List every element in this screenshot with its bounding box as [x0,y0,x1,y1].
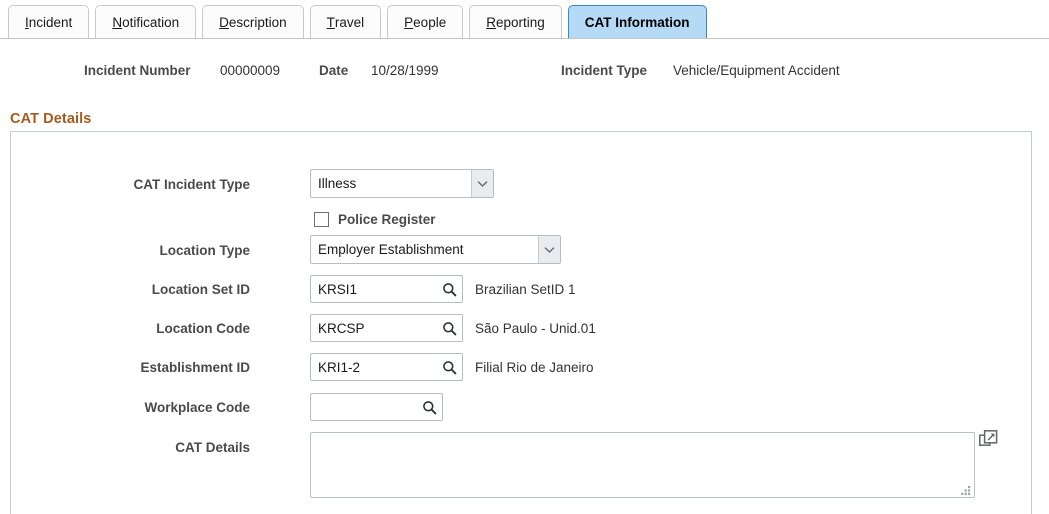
tab-notification-accesskey: N [112,14,123,30]
tab-notification[interactable]: Notification [95,5,197,38]
location-set-id-input[interactable]: KRSI1 [310,275,463,303]
location-code-input[interactable]: KRCSP [310,314,463,342]
cat-incident-type-value: Illness [318,176,357,191]
date-label: Date [319,63,349,78]
tab-travel-accesskey: T [326,14,335,30]
location-set-id-value: KRSI1 [318,281,358,297]
search-icon[interactable] [436,282,462,297]
establishment-id-description: Filial Rio de Janeiro [475,360,594,375]
establishment-id-input[interactable]: KRI1-2 [310,353,463,381]
police-register-checkbox[interactable] [314,212,329,227]
date-value: 10/28/1999 [371,63,439,78]
tab-reporting-accesskey: R [486,14,496,30]
tab-travel-label: ravel [334,14,365,30]
location-code-description: São Paulo - Unid.01 [475,321,596,336]
cat-details-textarea[interactable] [310,432,975,498]
section-title-cat-details: CAT Details [10,111,92,127]
chevron-down-icon[interactable] [471,170,493,197]
location-type-select[interactable]: Employer Establishment [310,235,561,264]
search-icon[interactable] [416,400,442,415]
workplace-code-input[interactable] [310,393,443,421]
incident-type-label: Incident Type [561,63,648,78]
cat-details-textarea-label: CAT Details [175,440,250,455]
incident-header-summary: Incident Number 00000009 Date 10/28/1999… [0,63,1049,89]
location-code-value: KRCSP [318,320,365,336]
tab-list: Incident Notification Description Travel… [8,5,707,38]
incident-number-label: Incident Number [84,63,191,78]
expand-popup-icon[interactable] [979,430,999,455]
location-set-id-description: Brazilian SetID 1 [475,282,576,297]
location-type-label: Location Type [159,243,250,258]
incident-number-value: 00000009 [220,63,281,78]
tab-description-label: escription [228,14,287,30]
search-icon[interactable] [436,321,462,336]
tab-cat-information-label: CAT Information [584,14,690,30]
location-code-label: Location Code [156,321,250,336]
tab-reporting-label: eporting [495,14,545,30]
tab-description-accesskey: D [219,14,229,30]
tab-travel[interactable]: Travel [309,5,382,38]
tab-incident-label: ncident [28,14,73,30]
tab-incident[interactable]: Incident [8,5,90,38]
workplace-code-label: Workplace Code [144,400,250,415]
tab-description[interactable]: Description [202,5,304,38]
tab-notification-label: otification [122,14,180,30]
incident-type-value: Vehicle/Equipment Accident [673,63,840,78]
tab-people-accesskey: P [404,14,414,30]
police-register-label: Police Register [338,212,436,227]
police-register-row[interactable]: Police Register [314,212,436,227]
tab-cat-information[interactable]: CAT Information [567,5,707,38]
location-type-value: Employer Establishment [318,242,464,257]
chevron-down-icon[interactable] [538,236,560,263]
cat-details-groupbox: CAT Incident Type Illness Police Registe… [10,131,1032,514]
resize-grip-icon[interactable] [960,483,972,495]
establishment-id-value: KRI1-2 [318,359,361,375]
establishment-id-label: Establishment ID [140,360,250,375]
search-icon[interactable] [436,360,462,375]
cat-incident-type-label: CAT Incident Type [133,177,250,192]
tab-strip: Incident Notification Description Travel… [0,0,1049,39]
tab-people-label: eople [413,14,447,30]
cat-incident-type-select[interactable]: Illness [310,169,494,198]
tab-people[interactable]: People [387,5,464,38]
location-set-id-label: Location Set ID [151,282,250,297]
tab-reporting[interactable]: Reporting [469,5,562,38]
